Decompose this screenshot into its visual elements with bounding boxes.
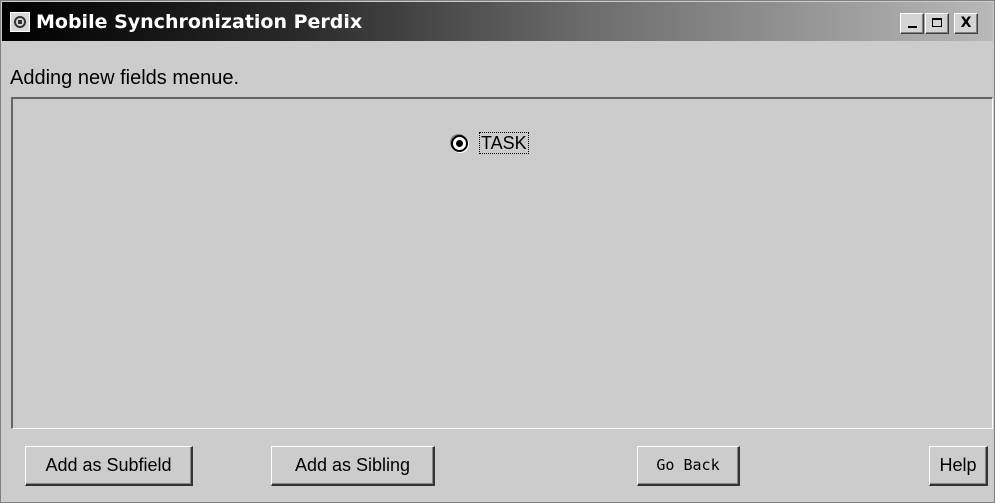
help-button[interactable]: Help bbox=[929, 446, 988, 486]
add-as-subfield-button[interactable]: Add as Subfield bbox=[25, 446, 193, 486]
app-icon[interactable] bbox=[10, 12, 30, 32]
title-bar[interactable]: Mobile Synchronization Perdix X bbox=[2, 2, 993, 41]
go-back-button[interactable]: Go Back bbox=[637, 446, 740, 486]
close-button[interactable]: X bbox=[954, 13, 978, 34]
radio-label[interactable]: TASK bbox=[479, 132, 529, 154]
add-as-sibling-button[interactable]: Add as Sibling bbox=[271, 446, 435, 486]
radio-button[interactable] bbox=[451, 134, 468, 152]
minimize-icon bbox=[908, 26, 917, 28]
minimize-button[interactable] bbox=[900, 13, 924, 34]
window-title: Mobile Synchronization Perdix bbox=[36, 11, 363, 33]
page-heading: Adding new fields menue. bbox=[10, 67, 240, 89]
maximize-icon bbox=[932, 18, 942, 27]
close-icon: X bbox=[960, 15, 972, 31]
app-window: Mobile Synchronization Perdix X Adding n… bbox=[0, 0, 995, 503]
radio-option-task[interactable]: TASK bbox=[451, 132, 529, 154]
maximize-button[interactable] bbox=[925, 13, 949, 34]
radio-selected-dot bbox=[456, 139, 463, 147]
